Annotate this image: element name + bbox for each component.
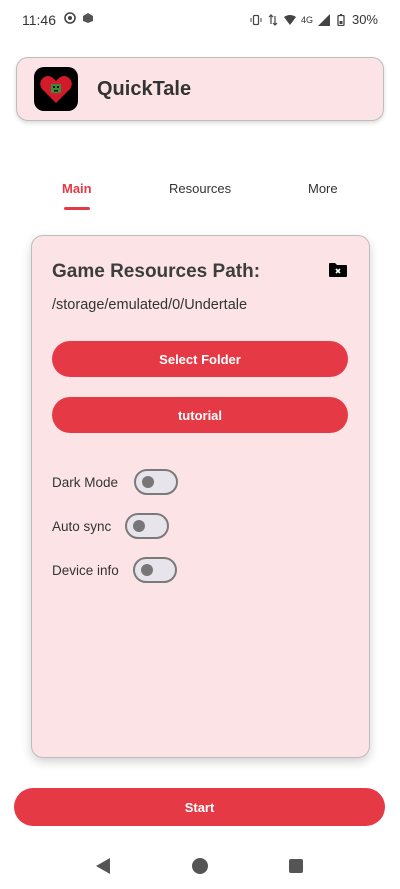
app-header: QuickTale [16,57,384,121]
dark-mode-label: Dark Mode [52,474,119,490]
heart-logo-icon [40,76,72,103]
battery-percentage: 30% [351,12,378,27]
recents-icon[interactable] [289,859,303,873]
toggle-knob [140,564,153,576]
network-type: 4G [300,14,313,25]
auto-sync-label: Auto sync [52,518,112,534]
settings-card: Game Resources Path: /storage/emulated/0… [31,235,370,758]
notification-icon [64,12,76,24]
signal-icon [317,13,330,26]
toggle-knob [133,520,146,532]
start-button[interactable]: Start [14,788,385,826]
wifi-icon [283,14,296,25]
tab-more[interactable]: More [308,181,338,196]
tab-resources[interactable]: Resources [169,181,231,196]
device-info-label: Device info [52,562,119,578]
resources-path: /storage/emulated/0/Undertale [52,297,248,313]
vibrate-icon [250,14,262,25]
select-folder-button[interactable]: Select Folder [52,341,348,377]
auto-sync-row: Auto sync [52,511,170,541]
data-transfer-icon [268,13,278,26]
status-bar: 11:46 4G 30% [0,0,400,40]
toggle-knob [142,476,155,488]
dark-mode-row: Dark Mode [52,467,179,497]
system-nav-bar [0,848,400,889]
tab-main[interactable]: Main [62,181,92,196]
home-icon[interactable] [192,858,208,874]
status-time: 11:46 [22,12,56,28]
app-title: QuickTale [97,78,192,100]
app-logo-icon [34,67,78,111]
device-info-toggle[interactable] [132,557,177,583]
auto-sync-toggle[interactable] [125,513,170,539]
active-tab-indicator [64,207,90,210]
app-notification-icon [83,13,93,23]
back-icon[interactable] [96,858,110,874]
card-heading: Game Resources Path: [52,261,261,282]
tutorial-button[interactable]: tutorial [52,397,348,433]
dark-mode-toggle[interactable] [134,469,179,495]
status-notification-icons [64,12,94,24]
tab-bar: Main Resources More [0,170,400,215]
folder-remove-icon[interactable] [328,262,348,278]
battery-icon [337,13,345,26]
status-system-icons: 4G 30% [250,12,378,27]
device-info-row: Device info [52,555,177,585]
